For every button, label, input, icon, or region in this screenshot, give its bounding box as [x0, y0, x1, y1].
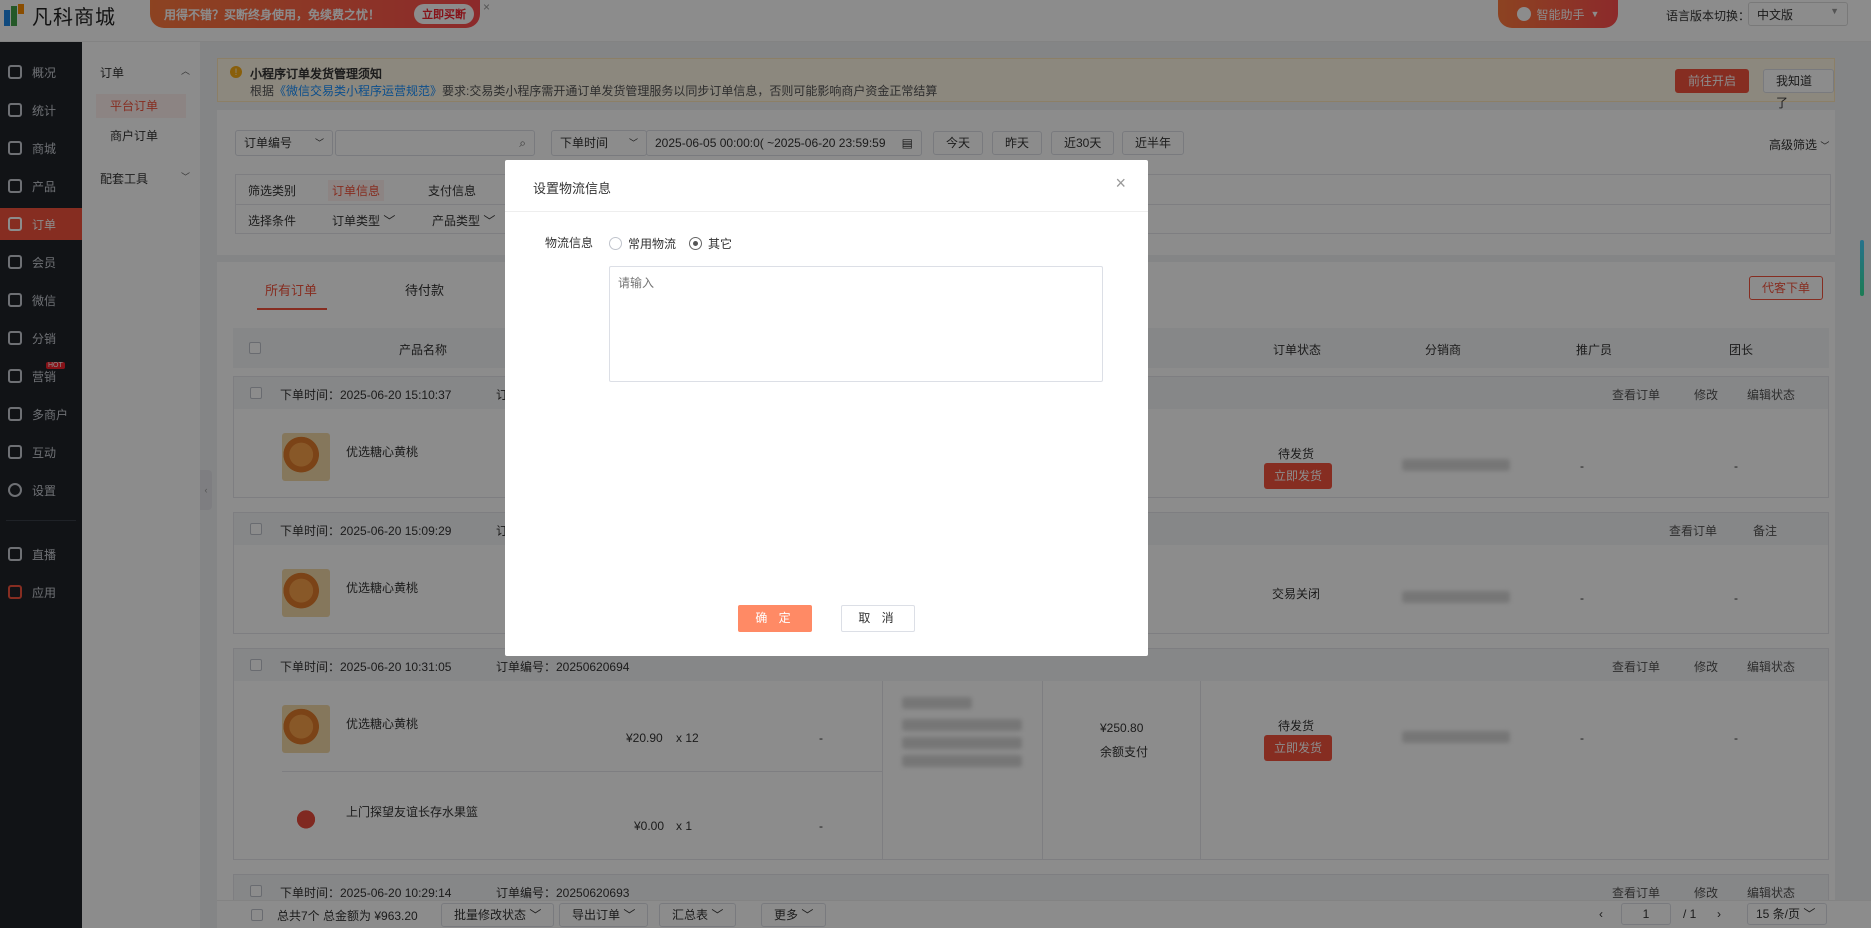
cancel-button[interactable]: 取 消	[841, 605, 915, 632]
logistics-modal: 设置物流信息 × 物流信息 常用物流 其它 确 定 取 消	[505, 160, 1148, 656]
logistics-label: 物流信息	[545, 236, 594, 250]
radio-other-logistics[interactable]: 其它	[689, 235, 732, 252]
radio-common-logistics[interactable]: 常用物流	[609, 235, 676, 252]
close-icon[interactable]: ×	[1115, 174, 1126, 192]
confirm-button[interactable]: 确 定	[738, 605, 812, 632]
modal-title: 设置物流信息	[533, 181, 612, 196]
logistics-textarea[interactable]	[609, 266, 1103, 382]
